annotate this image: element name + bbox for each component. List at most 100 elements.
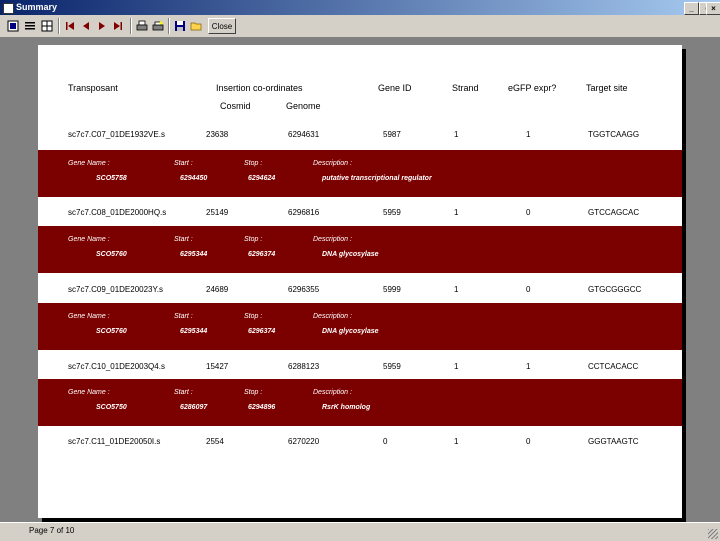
row-strand: 1: [454, 437, 459, 446]
gene-detail-band: Gene Name : Start : Stop : Description :…: [38, 379, 682, 426]
print-setup-icon[interactable]: [150, 18, 166, 34]
row-target-site: GGGTAAGTC: [588, 437, 639, 446]
row-strand: 1: [454, 362, 459, 371]
header-target-site: Target site: [586, 83, 628, 93]
header-transposant: Transposant: [68, 83, 118, 93]
stop-label: Stop :: [244, 389, 263, 396]
row-target-site: GTGCGGGCC: [588, 285, 642, 294]
row-transposant: sc7c7.C08_01DE2000HQ.s: [68, 208, 167, 217]
gene-name-value: SCO5750: [96, 404, 127, 411]
start-value: 6295344: [180, 328, 208, 335]
toolbar-separator: [130, 18, 132, 34]
view-multiple-pages-icon[interactable]: [39, 18, 55, 34]
row-egfp: 0: [526, 285, 531, 294]
header-genome: Genome: [286, 101, 321, 111]
start-value: 6295344: [180, 251, 208, 258]
minimize-icon[interactable]: _: [684, 2, 699, 15]
title-bar: Summary _ ▫: [0, 0, 720, 15]
stop-label: Stop :: [244, 160, 263, 167]
row-cosmid: 25149: [206, 208, 229, 217]
toolbar-separator: [58, 18, 60, 34]
row-cosmid: 2554: [206, 437, 224, 446]
row-gene-id: 0: [383, 437, 388, 446]
row-transposant: sc7c7.C07_01DE1932VE.s: [68, 130, 165, 139]
report-page: Transposant Insertion co-ordinates Gene …: [38, 45, 682, 518]
start-value: 6286097: [180, 404, 208, 411]
row-genome: 6288123: [288, 362, 320, 371]
gene-detail-band: Gene Name : Start : Stop : Description :…: [38, 226, 682, 273]
row-target-site: CCTCACACC: [588, 362, 639, 371]
previous-page-icon[interactable]: [78, 18, 94, 34]
row-egfp: 1: [526, 362, 531, 371]
row-transposant: sc7c7.C10_01DE2003Q4.s: [68, 362, 165, 371]
start-label: Start :: [174, 313, 193, 320]
resize-grip-icon[interactable]: [708, 529, 718, 539]
row-strand: 1: [454, 208, 459, 217]
stop-value: 6294624: [248, 175, 276, 182]
row-cosmid: 24689: [206, 285, 229, 294]
header-gene-id: Gene ID: [378, 83, 412, 93]
status-bar: Page 7 of 10: [0, 522, 720, 541]
stop-value: 6294896: [248, 404, 276, 411]
row-egfp: 1: [526, 130, 531, 139]
description-label: Description :: [313, 389, 352, 396]
description-label: Description :: [313, 160, 352, 167]
open-icon[interactable]: [188, 18, 204, 34]
page-indicator: Page 7 of 10: [29, 526, 75, 535]
row-egfp: 0: [526, 208, 531, 217]
print-icon[interactable]: [134, 18, 150, 34]
description-label: Description :: [313, 236, 352, 243]
row-genome: 6296355: [288, 285, 320, 294]
description-value: DNA glycosylase: [322, 251, 379, 258]
row-genome: 6296816: [288, 208, 320, 217]
stop-label: Stop :: [244, 313, 263, 320]
header-egfp: eGFP expr?: [508, 83, 557, 93]
first-page-icon[interactable]: [62, 18, 78, 34]
start-label: Start :: [174, 236, 193, 243]
close-window-icon[interactable]: ×: [706, 2, 720, 15]
gene-name-value: SCO5760: [96, 251, 127, 258]
row-gene-id: 5959: [383, 208, 401, 217]
description-value: RsrK homolog: [322, 404, 371, 411]
gene-detail-band: Gene Name : Start : Stop : Description :…: [38, 303, 682, 350]
gene-name-label: Gene Name :: [68, 236, 110, 243]
stop-label: Stop :: [244, 236, 263, 243]
next-page-icon[interactable]: [94, 18, 110, 34]
gene-name-value: SCO5758: [96, 175, 127, 182]
save-icon[interactable]: [172, 18, 188, 34]
stop-value: 6296374: [248, 328, 276, 335]
stop-value: 6296374: [248, 251, 276, 258]
row-strand: 1: [454, 130, 459, 139]
start-label: Start :: [174, 160, 193, 167]
gene-name-label: Gene Name :: [68, 160, 110, 167]
window-title: Summary: [16, 2, 58, 12]
header-insertion-coordinates: Insertion co-ordinates: [216, 83, 303, 93]
gene-detail-band: Gene Name : Start : Stop : Description :…: [38, 150, 682, 197]
last-page-icon[interactable]: [110, 18, 126, 34]
gene-name-value: SCO5760: [96, 328, 127, 335]
row-gene-id: 5987: [383, 130, 401, 139]
toolbar-separator: [168, 18, 170, 34]
row-cosmid: 23638: [206, 130, 229, 139]
row-gene-id: 5999: [383, 285, 401, 294]
gene-name-label: Gene Name :: [68, 389, 110, 396]
row-genome: 6294631: [288, 130, 320, 139]
view-one-page-icon[interactable]: [5, 18, 21, 34]
report-app-icon: [3, 3, 14, 14]
row-transposant: sc7c7.C11_01DE20050I.s: [68, 437, 161, 446]
row-genome: 6270220: [288, 437, 320, 446]
print-preview-toolbar: Close: [0, 15, 720, 38]
row-strand: 1: [454, 285, 459, 294]
description-label: Description :: [313, 313, 352, 320]
row-egfp: 0: [526, 437, 531, 446]
header-strand: Strand: [452, 83, 479, 93]
close-button[interactable]: Close: [208, 18, 236, 34]
start-value: 6294450: [180, 175, 208, 182]
gene-name-label: Gene Name :: [68, 313, 110, 320]
start-label: Start :: [174, 389, 193, 396]
description-value: putative transcriptional regulator: [322, 175, 432, 182]
row-target-site: GTCCAGCAC: [588, 208, 640, 217]
view-list-icon[interactable]: [22, 18, 38, 34]
row-transposant: sc7c7.C09_01DE20023Y.s: [68, 285, 164, 294]
row-target-site: TGGTCAAGG: [588, 130, 640, 139]
